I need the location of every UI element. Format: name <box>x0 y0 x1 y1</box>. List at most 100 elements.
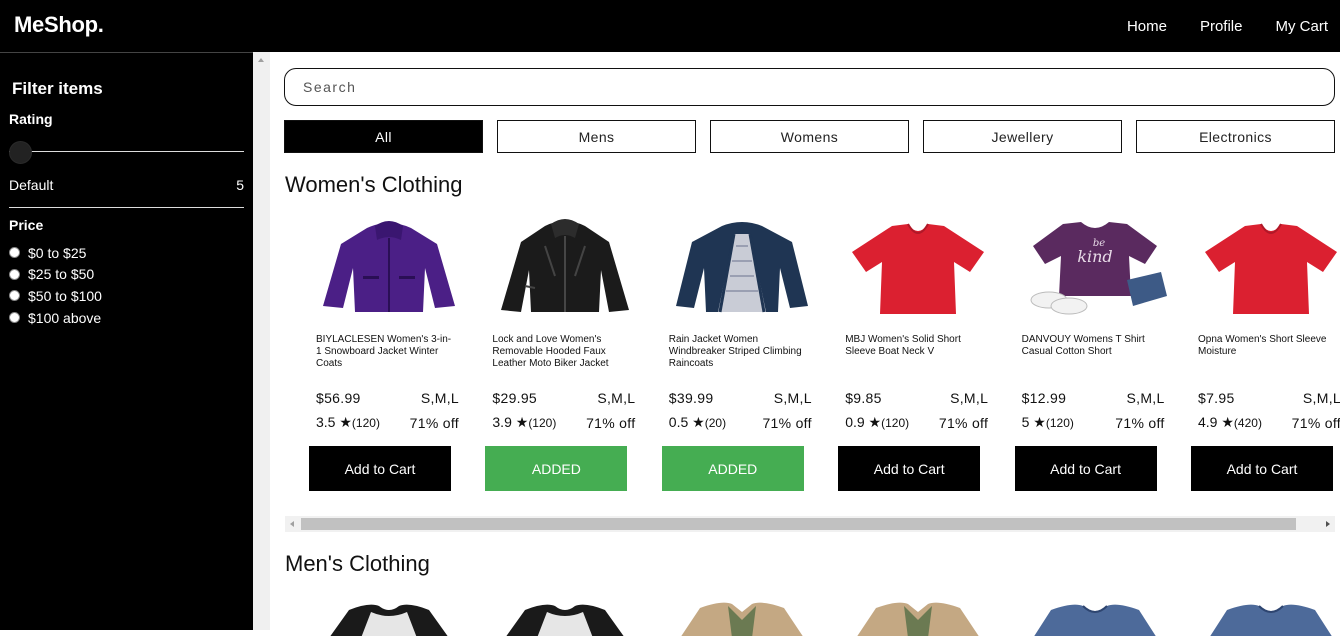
nav-links: Home Profile My Cart <box>1127 0 1340 52</box>
product-image[interactable] <box>485 598 645 636</box>
price-options: $0 to $25 $25 to $50 $50 to $100 $100 ab… <box>9 242 102 328</box>
radio-button[interactable] <box>9 268 20 280</box>
product-rating: 0.5 ★(20) <box>669 414 726 431</box>
product-image[interactable] <box>309 216 469 316</box>
product-price: $56.99 <box>316 390 361 406</box>
product-image[interactable] <box>309 598 469 636</box>
product-sizes: S,M,L <box>1302 390 1340 406</box>
main-content: Search All Mens Womens Jewellery Electro… <box>270 52 1340 636</box>
product-price: $39.99 <box>668 390 714 406</box>
added-button[interactable]: ADDED <box>661 446 804 491</box>
rating-count: (120) <box>351 416 380 430</box>
price-option-label: $0 to $25 <box>28 244 87 261</box>
scroll-left-arrow-icon[interactable] <box>290 521 294 527</box>
radio-button[interactable] <box>9 312 20 324</box>
section-title-mens: Men's Clothing <box>285 551 430 576</box>
product-sizes: S,M,L <box>1126 390 1165 406</box>
horizontal-scrollbar-thumb[interactable] <box>301 518 1296 530</box>
rating-count: (120) <box>1045 416 1074 430</box>
product-row-mens <box>270 596 1340 636</box>
default-label: Default <box>9 177 54 193</box>
price-label: Price <box>9 217 44 233</box>
nav-profile-link[interactable]: Profile <box>1200 18 1243 35</box>
search-input[interactable]: Search <box>284 68 1335 106</box>
price-option-label: $50 to $100 <box>28 287 102 304</box>
star-icon: ★ <box>1221 414 1234 430</box>
product-image[interactable] <box>838 216 998 316</box>
rating-value: 3.5 <box>316 414 336 430</box>
rating-value: 3.9 <box>492 414 512 430</box>
product-discount: 71% off <box>762 415 812 431</box>
scroll-up-arrow-icon[interactable] <box>258 58 264 62</box>
tab-womens[interactable]: Womens <box>710 120 909 153</box>
product-price: $12.99 <box>1021 390 1067 406</box>
nav-cart-link[interactable]: My Cart <box>1276 18 1329 35</box>
price-option[interactable]: $0 to $25 <box>9 242 102 264</box>
product-rating: 4.9 ★(420) <box>1198 414 1262 431</box>
product-name[interactable]: Lock and Love Women's Removable Hooded F… <box>492 334 632 370</box>
star-icon: ★ <box>1033 414 1046 430</box>
tab-electronics[interactable]: Electronics <box>1136 120 1335 153</box>
tab-mens[interactable]: Mens <box>497 120 696 153</box>
rating-count: (20) <box>704 416 727 430</box>
product-discount: 71% off <box>409 415 459 431</box>
category-tabs: All Mens Womens Jewellery Electronics <box>284 120 1340 153</box>
star-icon: ★ <box>692 414 705 430</box>
product-image[interactable] <box>838 598 998 636</box>
add-to-cart-button[interactable]: Add to Cart <box>1191 446 1333 491</box>
product-name[interactable]: Opna Women's Short Sleeve Moisture <box>1198 334 1338 358</box>
product-discount: 71% off <box>938 415 989 431</box>
svg-text:kind: kind <box>1077 247 1112 266</box>
add-to-cart-button[interactable]: Add to Cart <box>838 446 981 491</box>
star-icon: ★ <box>868 414 882 430</box>
price-option[interactable]: $100 above <box>9 307 102 329</box>
product-name[interactable]: DANVOUY Womens T Shirt Casual Cotton Sho… <box>1022 334 1162 358</box>
vertical-scrollbar[interactable] <box>253 52 270 630</box>
section-title-womens: Women's Clothing <box>285 172 463 197</box>
product-image[interactable] <box>485 216 645 316</box>
tab-jewellery[interactable]: Jewellery <box>923 120 1122 153</box>
product-name[interactable]: BIYLACLESEN Women's 3-in-1 Snowboard Jac… <box>316 334 456 370</box>
star-icon: ★ <box>515 414 529 430</box>
rating-slider-thumb[interactable] <box>9 141 32 164</box>
product-discount: 71% off <box>1115 415 1165 431</box>
rating-slider-track[interactable] <box>9 151 244 152</box>
product-sizes: S,M,L <box>950 390 989 406</box>
product-discount: 71% off <box>586 415 636 431</box>
added-button[interactable]: ADDED <box>485 446 628 491</box>
product-image[interactable] <box>662 598 822 636</box>
product-image[interactable] <box>1191 598 1340 636</box>
rating-count: (120) <box>881 416 910 430</box>
rating-value: 4.9 <box>1198 414 1218 430</box>
nav-home-link[interactable]: Home <box>1127 18 1167 35</box>
product-price: $7.95 <box>1198 390 1235 406</box>
price-option-label: $25 to $50 <box>28 266 95 283</box>
rating-count: (420) <box>1233 416 1262 430</box>
add-to-cart-button[interactable]: Add to Cart <box>309 446 451 491</box>
product-name[interactable]: Rain Jacket Women Windbreaker Striped Cl… <box>669 334 809 370</box>
top-navbar: MeShop. Home Profile My Cart <box>0 0 1340 52</box>
product-row-womens: BIYLACLESEN Women's 3-in-1 Snowboard Jac… <box>270 202 1340 542</box>
product-rating: 3.5 ★(120) <box>316 414 380 431</box>
product-image[interactable] <box>662 216 822 316</box>
radio-button[interactable] <box>9 247 20 259</box>
tab-all[interactable]: All <box>284 120 483 153</box>
horizontal-scrollbar[interactable] <box>285 516 1335 532</box>
product-rating: 0.9 ★(120) <box>845 414 909 431</box>
svg-text:be: be <box>1092 238 1104 249</box>
product-image[interactable] <box>1015 598 1175 636</box>
star-icon: ★ <box>339 414 352 430</box>
scroll-right-arrow-icon[interactable] <box>1326 521 1330 527</box>
logo[interactable]: MeShop. <box>14 12 104 38</box>
filter-sidebar: Filter items Rating Default 5 Price $0 t… <box>0 52 253 630</box>
add-to-cart-button[interactable]: Add to Cart <box>1014 446 1157 491</box>
price-option[interactable]: $25 to $50 <box>9 264 102 286</box>
product-image[interactable] <box>1191 216 1340 316</box>
product-name[interactable]: MBJ Women's Solid Short Sleeve Boat Neck… <box>845 334 985 358</box>
price-option[interactable]: $50 to $100 <box>9 285 102 307</box>
radio-button[interactable] <box>9 290 20 302</box>
rating-value: 5 <box>1021 414 1030 430</box>
rating-value: 0.9 <box>845 414 865 430</box>
product-image[interactable]: kind be <box>1015 216 1175 316</box>
product-rating: 5 ★(120) <box>1022 414 1074 431</box>
